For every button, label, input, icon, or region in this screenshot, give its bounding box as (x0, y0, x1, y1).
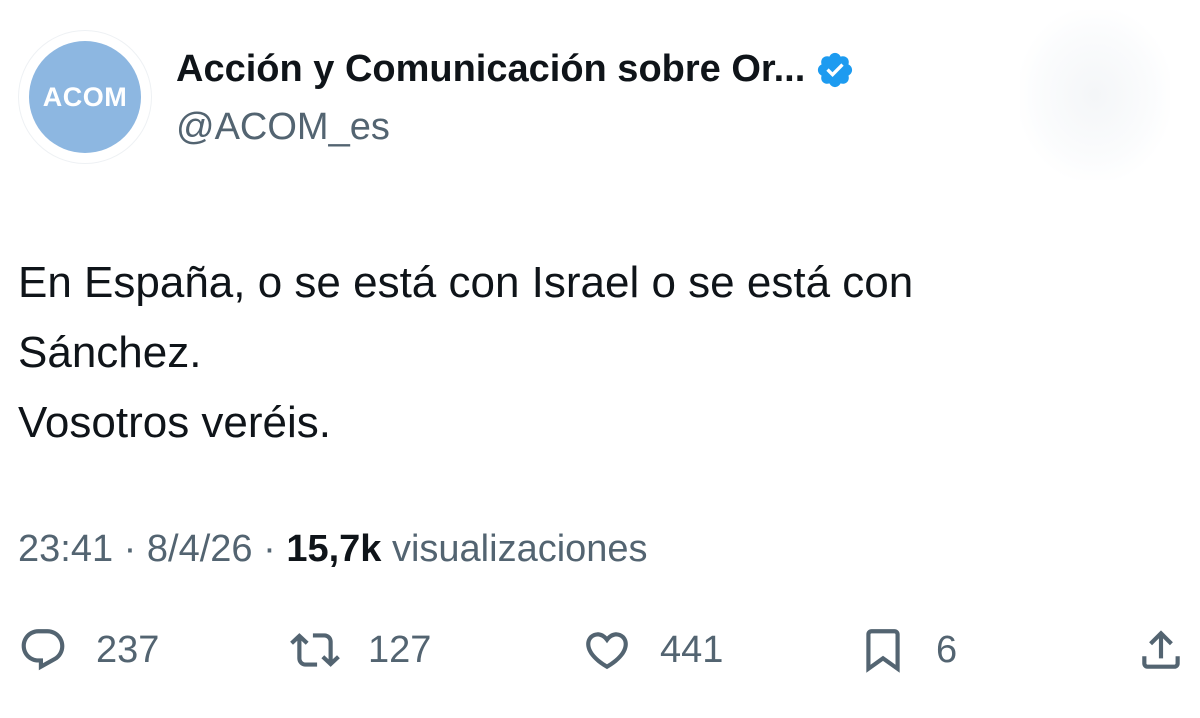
avatar-circle: ACOM (29, 41, 141, 153)
tweet-card: ACOM Acción y Comunicación sobre Or... @… (0, 0, 1200, 718)
tweet-text-line: Vosotros veréis. (18, 398, 332, 447)
tweet-time[interactable]: 23:41 (18, 528, 113, 570)
bookmark-count: 6 (936, 628, 958, 671)
reply-icon (21, 629, 65, 671)
retweet-button[interactable]: 127 (290, 620, 431, 680)
heart-icon (586, 632, 628, 670)
bookmark-button[interactable]: 6 (858, 620, 957, 680)
retweet-icon (290, 633, 340, 667)
author-handle[interactable]: @ACOM_es (176, 106, 390, 149)
meta-separator: · (123, 528, 147, 570)
avatar-logo-text: ACOM (42, 81, 128, 112)
author-name-row[interactable]: Acción y Comunicación sobre Or... (176, 48, 855, 91)
verified-badge-icon (818, 52, 853, 87)
like-count: 441 (660, 628, 724, 671)
faded-background-shape (1020, 10, 1170, 180)
reply-count: 237 (96, 628, 160, 671)
views-label: visualizaciones (391, 528, 648, 570)
author-name[interactable]: Acción y Comunicación sobre Or... (176, 48, 805, 91)
avatar[interactable]: ACOM (18, 30, 152, 164)
reply-button[interactable]: 237 (18, 620, 159, 680)
views-count: 15,7k (286, 528, 382, 570)
share-icon (1142, 630, 1180, 669)
tweet-text: En España, o se está con Israel o se est… (18, 248, 1118, 458)
tweet-text-line: Sánchez. (18, 328, 202, 377)
bookmark-icon (866, 629, 900, 673)
meta-separator: · (263, 528, 287, 570)
tweet-text-line: En España, o se está con Israel o se est… (18, 258, 914, 307)
tweet-date[interactable]: 8/4/26 (147, 528, 253, 570)
retweet-count: 127 (368, 628, 432, 671)
action-bar: 237 127 441 6 (0, 620, 1200, 680)
like-button[interactable]: 441 (582, 620, 723, 680)
tweet-meta: 23:41 · 8/4/26 · 15,7k visualizaciones (18, 528, 648, 571)
share-button[interactable] (1136, 620, 1186, 680)
